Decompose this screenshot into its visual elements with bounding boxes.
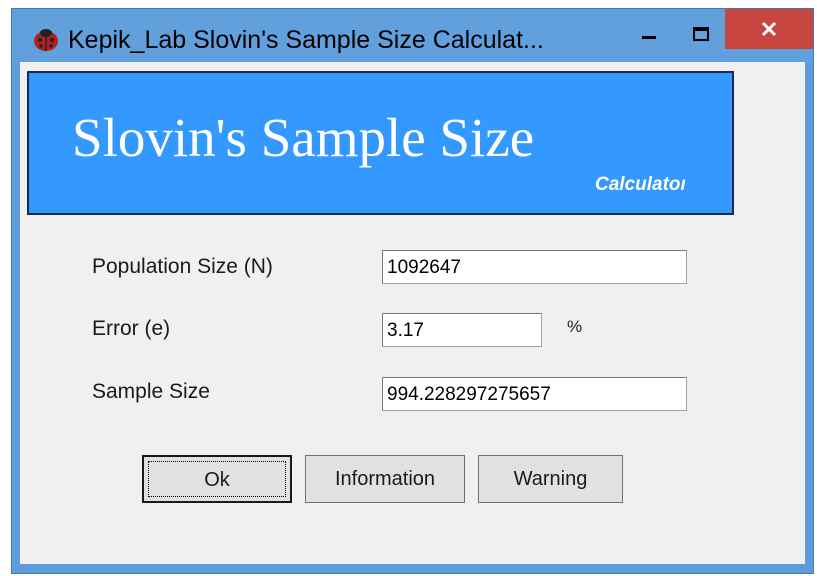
population-input[interactable]: 1092647 <box>382 250 687 284</box>
warning-button[interactable]: Warning <box>478 455 623 503</box>
banner-subtitle: Calculatoı <box>595 174 686 195</box>
sample-size-output[interactable]: 994.228297275657 <box>382 377 687 411</box>
maximize-icon[interactable] <box>692 26 710 42</box>
ladybug-icon <box>34 29 58 51</box>
title-bar[interactable]: Kepik_Lab Slovin's Sample Size Calculat.… <box>12 9 813 62</box>
ok-button-label: Ok <box>204 469 230 491</box>
error-label: Error (e) <box>92 317 171 340</box>
header-banner: Slovin's Sample Size Calculatoı <box>27 71 734 215</box>
app-window: Kepik_Lab Slovin's Sample Size Calculat.… <box>11 8 814 574</box>
window-title: Kepik_Lab Slovin's Sample Size Calculat.… <box>68 26 544 54</box>
banner-title: Slovin's Sample Size <box>72 107 535 168</box>
minimize-icon[interactable] <box>640 29 658 45</box>
sample-size-label: Sample Size <box>92 380 210 403</box>
client-area: Slovin's Sample Size Calculatoı Populati… <box>20 62 805 564</box>
information-button[interactable]: Information <box>305 455 465 503</box>
close-icon <box>761 21 777 37</box>
population-label: Population Size (N) <box>92 255 273 278</box>
ok-button[interactable]: Ok <box>142 455 292 503</box>
close-button[interactable] <box>725 9 813 49</box>
percent-unit: % <box>567 317 583 336</box>
error-input[interactable]: 3.17 <box>382 313 542 347</box>
